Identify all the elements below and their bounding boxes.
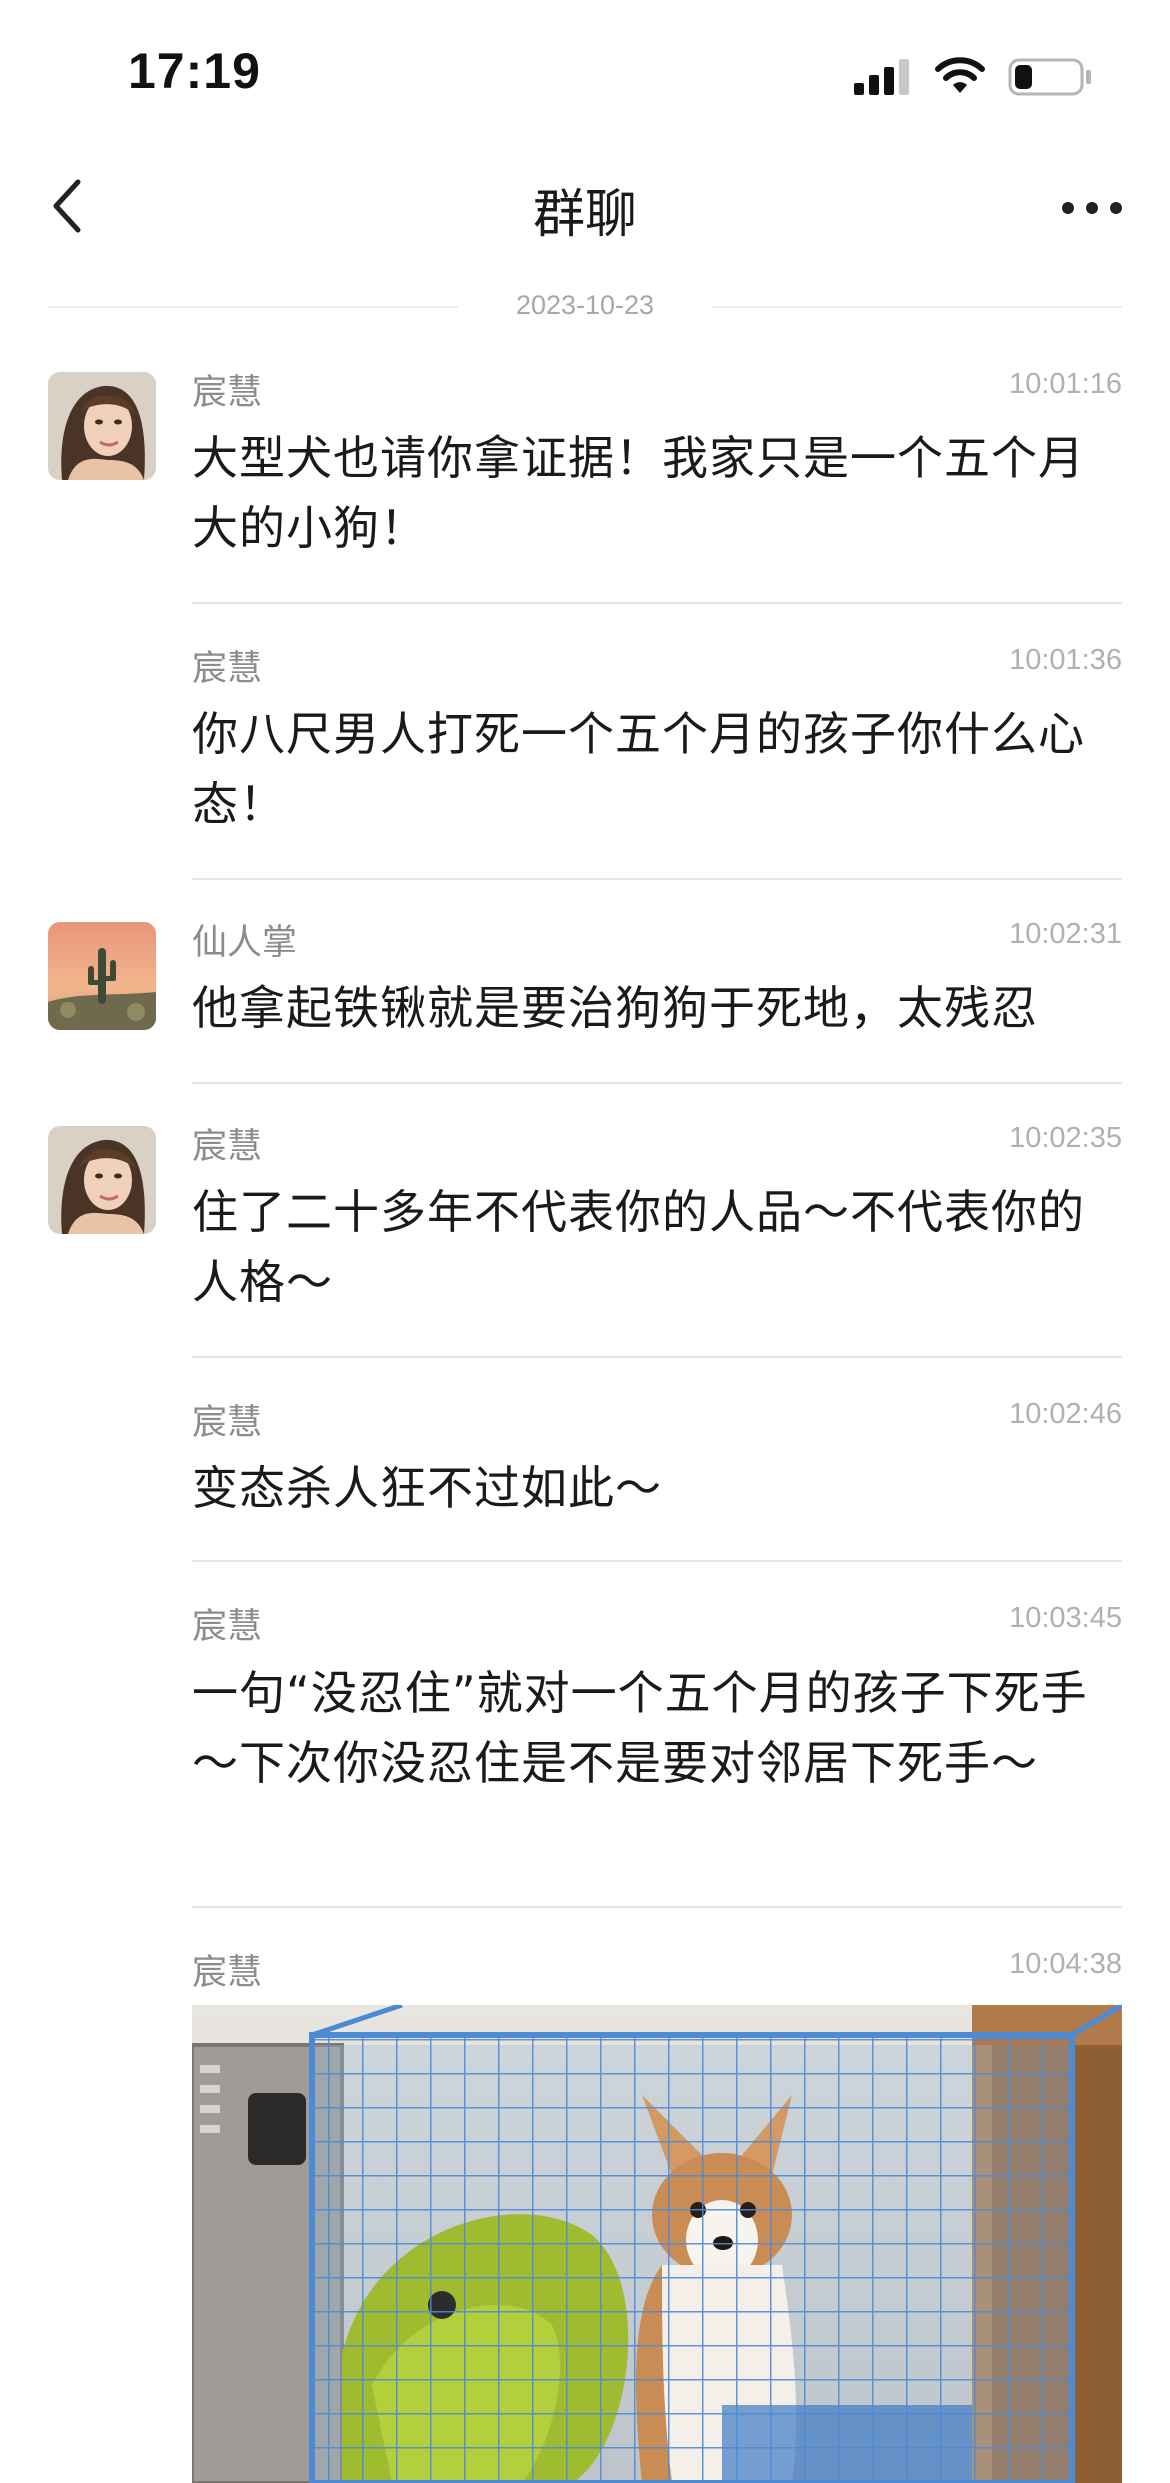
message-time: 10:02:31 bbox=[1009, 918, 1122, 950]
sender-name: 宸慧 bbox=[192, 373, 263, 413]
corgi-puppy-in-cage-photo bbox=[192, 2005, 1122, 2483]
woman-portrait-avatar bbox=[48, 1126, 156, 1234]
avatar[interactable] bbox=[48, 1126, 156, 1234]
status-time: 17:19 bbox=[128, 43, 261, 99]
message-time: 10:04:38 bbox=[1009, 1948, 1122, 1980]
sender-name: 宸慧 bbox=[192, 1607, 263, 1647]
battery-icon bbox=[1008, 58, 1091, 96]
woman-portrait-avatar bbox=[48, 372, 156, 480]
avatar[interactable] bbox=[48, 372, 156, 480]
message-separator bbox=[192, 878, 1122, 880]
desert-cactus-avatar bbox=[48, 922, 156, 1030]
page-title: 群聊 bbox=[532, 185, 637, 245]
sender-name: 宸慧 bbox=[192, 1403, 263, 1443]
message-separator bbox=[192, 1082, 1122, 1084]
wifi-icon bbox=[935, 57, 985, 93]
message-time: 10:03:45 bbox=[1009, 1602, 1122, 1634]
message-image[interactable] bbox=[192, 2005, 1122, 2483]
message-text: 一句“没忍住”就对一个五个月的孩子下死手～下次你没忍住是不是要对邻居下死手～ bbox=[192, 1666, 1088, 1790]
message-separator bbox=[192, 602, 1122, 604]
message-time: 10:02:35 bbox=[1009, 1122, 1122, 1154]
date-divider: 2023-10-23 bbox=[48, 290, 1122, 324]
sender-name: 宸慧 bbox=[192, 1953, 263, 1993]
message-separator bbox=[192, 1560, 1122, 1562]
more-dots-icon bbox=[1062, 202, 1122, 214]
message-text: 大型犬也请你拿证据！我家只是一个五个月大的小狗！ bbox=[192, 431, 1085, 555]
status-icons bbox=[852, 52, 1092, 102]
message-time: 10:02:46 bbox=[1009, 1398, 1122, 1430]
nav-bar: 群聊 bbox=[0, 150, 1170, 270]
sender-name: 宸慧 bbox=[192, 649, 263, 689]
message-separator bbox=[192, 1356, 1122, 1358]
message-separator bbox=[192, 1906, 1122, 1908]
message-time: 10:01:16 bbox=[1009, 368, 1122, 400]
avatar[interactable] bbox=[48, 922, 156, 1030]
divider-line bbox=[712, 306, 1122, 308]
message-text: 变态杀人狂不过如此～ bbox=[192, 1461, 662, 1515]
message-text: 住了二十多年不代表你的人品～不代表你的人格～ bbox=[192, 1185, 1085, 1309]
sender-name: 宸慧 bbox=[192, 1127, 263, 1167]
cellular-signal-icon bbox=[854, 59, 909, 95]
sender-name: 仙人掌 bbox=[192, 923, 298, 963]
message-text: 他拿起铁锹就是要治狗狗于死地，太残忍 bbox=[192, 981, 1038, 1035]
status-bar: 17:19 bbox=[0, 0, 1170, 150]
message-text: 你八尺男人打死一个五个月的孩子你什么心态！ bbox=[192, 707, 1085, 831]
more-button[interactable] bbox=[1060, 190, 1124, 226]
message-time: 10:01:36 bbox=[1009, 644, 1122, 676]
